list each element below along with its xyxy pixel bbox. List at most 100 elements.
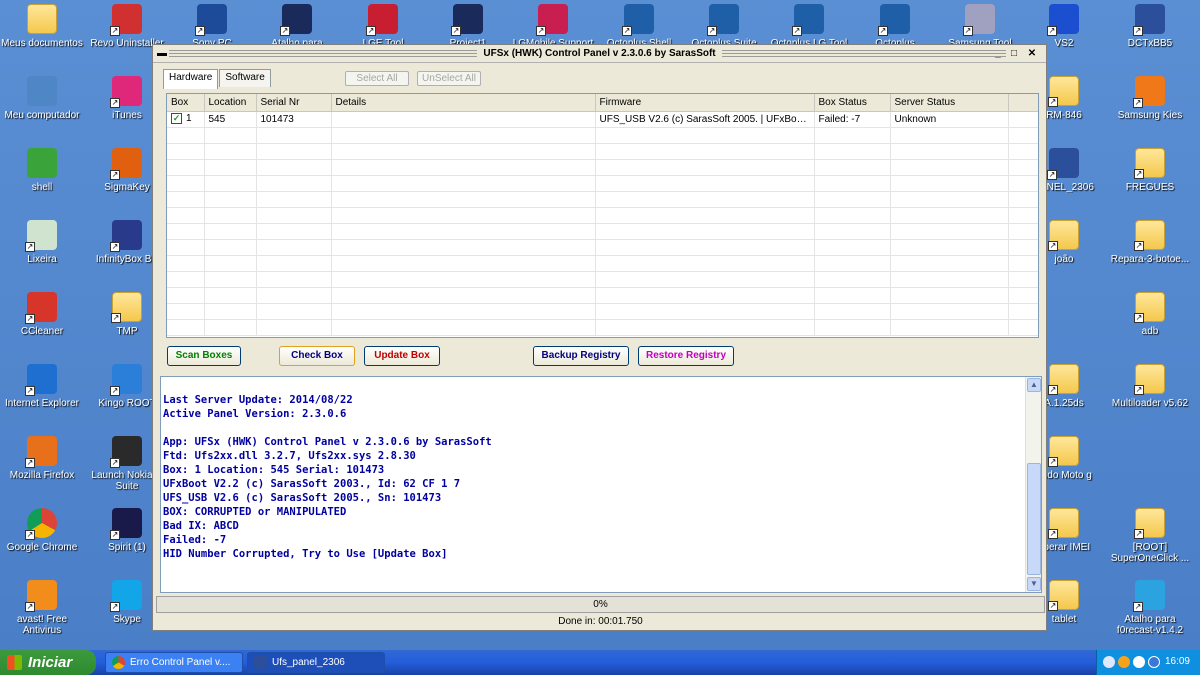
infinitybox-icon: ↗ — [110, 220, 142, 252]
col-location[interactable]: Location — [204, 94, 257, 112]
empty-cell — [331, 319, 596, 336]
empty-row — [167, 223, 1038, 240]
empty-cell — [890, 223, 1009, 240]
box-checkbox[interactable]: ✓ — [171, 113, 182, 125]
tray-volume-icon[interactable] — [1148, 656, 1160, 668]
desktop-icon-atalho-para-f0recast-v1-4-2[interactable]: ↗ Atalho para f0recast-v1.4.2 — [1108, 576, 1192, 644]
empty-cell — [1008, 303, 1038, 320]
shortcut-arrow-icon: ↗ — [25, 602, 35, 612]
desktop-icon-adb[interactable]: ↗ adb — [1108, 288, 1192, 356]
shortcut-arrow-icon: ↗ — [707, 26, 717, 36]
maximize-button[interactable]: □ — [1008, 48, 1020, 60]
minimize-button[interactable]: _ — [992, 48, 1004, 60]
empty-cell — [595, 159, 815, 176]
shortcut-arrow-icon: ↗ — [25, 314, 35, 324]
desktop-icon-meu-computador[interactable]: Meu computador — [0, 72, 84, 140]
col-firmware[interactable]: Firmware — [595, 94, 815, 112]
window-title: UFSx (HWK) Control Panel v 2.3.0.6 by Sa… — [153, 48, 1046, 59]
empty-cell — [814, 159, 891, 176]
taskbar-item-ufs-panel[interactable]: Ufs_panel_2306 — [247, 652, 385, 673]
empty-cell — [1008, 271, 1038, 288]
tray-avast-icon[interactable] — [1118, 656, 1130, 668]
empty-cell — [814, 127, 891, 144]
restore-registry-button[interactable]: Restore Registry — [638, 346, 734, 366]
ufsx-control-panel-window[interactable]: ▬ UFSx (HWK) Control Panel v 2.3.0.6 by … — [152, 44, 1047, 631]
shortcut-arrow-icon: ↗ — [1133, 26, 1143, 36]
desktop-icon-label: CCleaner — [20, 326, 64, 337]
skype-icon: ↗ — [110, 580, 142, 612]
col-serial[interactable]: Serial Nr — [256, 94, 332, 112]
empty-cell — [204, 191, 257, 208]
empty-cell — [256, 175, 332, 192]
empty-cell — [1008, 127, 1038, 144]
octoplus-icon: ↗ — [792, 4, 824, 36]
shortcut-arrow-icon: ↗ — [110, 242, 120, 252]
scroll-down-icon[interactable]: ▼ — [1027, 577, 1041, 591]
update-box-button[interactable]: Update Box — [364, 346, 440, 366]
table-row[interactable]: ✓ 1 545 101473 UFS_USB V2.6 (c) SarasSoft… — [167, 111, 1038, 128]
close-button[interactable]: ✕ — [1026, 48, 1038, 60]
desktop-icon-mozilla-firefox[interactable]: ↗ Mozilla Firefox — [0, 432, 84, 500]
empty-row — [167, 143, 1038, 160]
check-box-button[interactable]: Check Box — [279, 346, 355, 366]
scroll-up-icon[interactable]: ▲ — [1027, 378, 1041, 392]
tray-shield-icon[interactable] — [1133, 656, 1145, 668]
scroll-thumb[interactable] — [1027, 463, 1041, 575]
folder-icon: ↗ — [1048, 508, 1079, 539]
desktop-icon-avast-free-antivirus[interactable]: ↗ avast! Free Antivirus — [0, 576, 84, 644]
empty-cell — [814, 303, 891, 320]
shortcut-arrow-icon: ↗ — [622, 26, 632, 36]
empty-cell — [1008, 159, 1038, 176]
tab-hardware[interactable]: Hardware — [163, 69, 219, 89]
desktop-icon-label: Repara-3-botoe... — [1110, 254, 1190, 265]
folder-icon: ↗ — [1048, 76, 1079, 107]
scan-boxes-button[interactable]: Scan Boxes — [167, 346, 241, 366]
empty-cell — [331, 175, 596, 192]
empty-cell — [595, 207, 815, 224]
shortcut-arrow-icon: ↗ — [1134, 385, 1144, 395]
desktop-icon-multiloader-v5-62[interactable]: ↗ Multiloader v5.62 — [1108, 360, 1192, 428]
desktop-icon-fregues[interactable]: ↗ FREGUES — [1108, 144, 1192, 212]
octoplus-icon: ↗ — [622, 4, 654, 36]
computer-icon — [27, 76, 57, 106]
unselect-all-button[interactable]: UnSelect All — [417, 71, 481, 86]
shortcut-arrow-icon: ↗ — [110, 170, 120, 180]
col-server-status[interactable]: Server Status — [890, 94, 1009, 112]
empty-cell — [331, 271, 596, 288]
desktop-icon-shell[interactable]: shell — [0, 144, 84, 212]
col-box[interactable]: Box — [167, 94, 205, 112]
lg-icon: ↗ — [536, 4, 568, 36]
backup-registry-button[interactable]: Backup Registry — [533, 346, 629, 366]
start-button[interactable]: Iniciar — [0, 650, 96, 675]
desktop-icon-root-superoneclick[interactable]: ↗ [ROOT] SuperOneClick ... — [1108, 504, 1192, 572]
log-panel[interactable]: Last Server Update: 2014/08/22 Active Pan… — [160, 376, 1042, 593]
log-scrollbar[interactable]: ▲ ▼ — [1025, 377, 1041, 592]
shortcut-arrow-icon: ↗ — [1133, 98, 1143, 108]
title-bar[interactable]: ▬ UFSx (HWK) Control Panel v 2.3.0.6 by … — [153, 45, 1046, 63]
folder-icon: ↗ — [1134, 508, 1165, 539]
log-line: Box: 1 Location: 545 Serial: 101473 — [163, 464, 385, 476]
desktop-icon-meus-documentos[interactable]: Meus documentos — [0, 0, 84, 68]
empty-cell — [890, 207, 1009, 224]
log-text: Last Server Update: 2014/08/22 Active Pan… — [163, 393, 1023, 561]
box-list[interactable]: Box Location Serial Nr Details Firmware … — [166, 93, 1039, 338]
empty-cell — [595, 319, 815, 336]
empty-row — [167, 303, 1038, 320]
empty-cell — [814, 319, 891, 336]
desktop-icon-internet-explorer[interactable]: ↗ Internet Explorer — [0, 360, 84, 428]
taskbar-item-chrome[interactable]: Erro Control Panel v.... — [105, 652, 243, 673]
tray-arrow-icon[interactable] — [1103, 656, 1115, 668]
tab-software[interactable]: Software — [219, 69, 271, 87]
col-box-status[interactable]: Box Status — [814, 94, 891, 112]
desktop-icon-dctxbb5[interactable]: ↗ DCTxBB5 — [1108, 0, 1192, 68]
desktop-icon-ccleaner[interactable]: ↗ CCleaner — [0, 288, 84, 356]
shortcut-arrow-icon: ↗ — [1048, 529, 1058, 539]
col-details[interactable]: Details — [331, 94, 596, 112]
select-all-button[interactable]: Select All — [345, 71, 409, 86]
desktop-icon-label: adb — [1141, 326, 1159, 337]
desktop-icon-google-chrome[interactable]: ↗ Google Chrome — [0, 504, 84, 572]
folder-icon: ↗ — [1134, 364, 1165, 395]
desktop-icon-lixeira[interactable]: ↗ Lixeira — [0, 216, 84, 284]
desktop-icon-repara-3-botoe[interactable]: ↗ Repara-3-botoe... — [1108, 216, 1192, 284]
desktop-icon-samsung-kies[interactable]: ↗ Samsung Kies — [1108, 72, 1192, 140]
